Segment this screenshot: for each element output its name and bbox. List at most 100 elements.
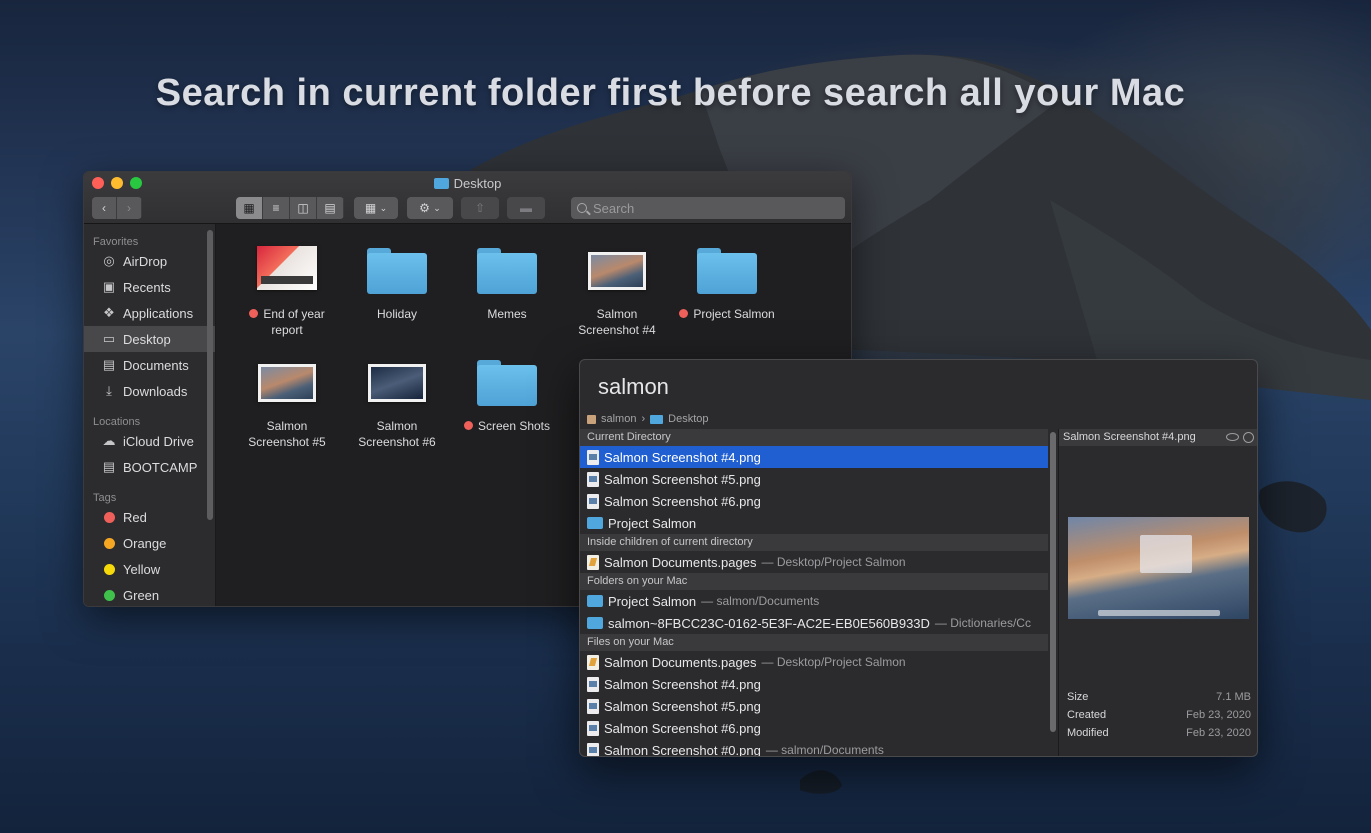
section-header: Folders on your Mac <box>580 573 1048 590</box>
sidebar-item-bootcamp[interactable]: ▤ BOOTCAMP <box>84 454 215 480</box>
sidebar-item-label: Recents <box>123 279 171 295</box>
sidebar-tag-orange[interactable]: Orange <box>84 530 215 556</box>
sidebar-item-icloud-drive[interactable]: ☁ iCloud Drive <box>84 428 215 454</box>
result-name: Salmon Documents.pages <box>604 654 757 670</box>
sidebar-tag-red[interactable]: Red <box>84 504 215 530</box>
png-file-icon <box>587 449 599 465</box>
red-tag-icon <box>679 309 689 318</box>
drive-icon: ▤ <box>102 459 116 474</box>
file-name: Salmon <box>596 307 638 321</box>
window-title: Desktop <box>84 176 851 191</box>
preview-image <box>1068 517 1249 619</box>
action-button[interactable]: ⚙ ⌄ <box>407 197 453 219</box>
result-name: Salmon Screenshot #0.png <box>604 742 761 757</box>
breadcrumb-item[interactable]: Desktop <box>668 413 708 425</box>
result-row[interactable]: salmon~8FBCC23C-0162-5E3F-AC2E-EB0E560B9… <box>580 612 1048 634</box>
result-path: — salmon/Documents <box>701 594 820 608</box>
green-tag-icon <box>103 589 115 601</box>
result-row[interactable]: Salmon Screenshot #0.png — salmon/Documen… <box>580 739 1048 757</box>
sidebar-tag-green[interactable]: Green <box>84 582 215 606</box>
result-row[interactable]: Salmon Screenshot #4.png <box>580 446 1048 468</box>
results-list: Current Directory Salmon Screenshot #4.p… <box>580 429 1048 757</box>
forward-button[interactable]: › <box>117 197 142 219</box>
result-row[interactable]: Salmon Documents.pages — Desktop/Project … <box>580 551 1048 573</box>
file-item[interactable]: Holiday <box>342 240 452 322</box>
sidebar-item-recents[interactable]: ▣ Recents <box>84 274 215 300</box>
pages-file-icon <box>587 654 599 670</box>
sidebar-item-airdrop[interactable]: ◎ AirDrop <box>84 248 215 274</box>
window-title-text: Desktop <box>453 176 502 191</box>
applications-icon: ❖ <box>103 305 115 320</box>
png-file-icon <box>587 698 599 714</box>
search-panel: salmon salmon › Desktop Current Director… <box>579 359 1258 757</box>
sidebar-item-label: Green <box>123 587 160 603</box>
result-row[interactable]: Salmon Screenshot #4.png <box>580 673 1048 695</box>
folder-icon <box>477 360 537 406</box>
breadcrumb-item[interactable]: salmon <box>601 413 636 425</box>
sidebar: Favorites ◎ AirDrop ▣ Recents ❖ Application… <box>84 224 216 606</box>
cloud-icon: ☁ <box>102 433 116 448</box>
group-by-button[interactable]: ▦ ⌄ <box>354 197 398 219</box>
result-name: Project Salmon <box>608 515 697 531</box>
search-query-input[interactable]: salmon <box>598 374 669 400</box>
sidebar-scrollbar[interactable] <box>207 230 213 520</box>
sidebar-item-label: Applications <box>123 305 194 321</box>
file-item[interactable]: Salmon Screenshot #4 <box>562 240 672 338</box>
result-row[interactable]: Salmon Documents.pages — Desktop/Project … <box>580 651 1048 673</box>
file-item[interactable]: Project Salmon <box>672 240 782 322</box>
sidebar-tag-yellow[interactable]: Yellow <box>84 556 215 582</box>
result-row[interactable]: Project Salmon — salmon/Documents <box>580 590 1048 612</box>
sidebar-item-label: Red <box>123 509 147 525</box>
airdrop-icon: ◎ <box>103 253 115 268</box>
sidebar-item-label: AirDrop <box>123 253 168 269</box>
favorites-header: Favorites <box>93 236 139 248</box>
file-item[interactable]: Memes <box>452 240 562 322</box>
sidebar-item-applications[interactable]: ❖ Applications <box>84 300 215 326</box>
result-path: — salmon/Documents <box>765 743 884 757</box>
file-name: Project Salmon <box>693 307 775 321</box>
grid-icon: ▦ <box>364 201 377 215</box>
folder-icon <box>587 617 603 629</box>
section-header: Files on your Mac <box>580 634 1048 651</box>
result-name: salmon~8FBCC23C-0162-5E3F-AC2E-EB0E560B9… <box>608 615 930 631</box>
chevron-right-icon: › <box>641 413 646 425</box>
result-row[interactable]: Salmon Screenshot #6.png <box>580 717 1048 739</box>
result-row[interactable]: Salmon Screenshot #5.png <box>580 695 1048 717</box>
sidebar-item-documents[interactable]: ▤ Documents <box>84 352 215 378</box>
icon-view-button[interactable]: ▦ <box>236 197 263 219</box>
desktop-icon: ▭ <box>102 331 116 346</box>
folder-icon <box>697 248 757 294</box>
file-item[interactable]: Salmon Screenshot #6 <box>342 352 452 450</box>
back-button[interactable]: ‹ <box>92 197 117 219</box>
file-item[interactable]: Salmon Screenshot #5 <box>232 352 342 450</box>
result-name: Project Salmon <box>608 593 697 609</box>
file-name: End of year <box>263 307 325 321</box>
result-path: — Desktop/Project Salmon <box>761 555 906 569</box>
sidebar-item-desktop[interactable]: ▭ Desktop <box>84 326 215 352</box>
results-scrollbar[interactable] <box>1050 432 1056 732</box>
result-row[interactable]: Salmon Screenshot #5.png <box>580 468 1048 490</box>
tag-button[interactable]: ▬ <box>507 197 545 219</box>
share-button[interactable]: ⇧ <box>461 197 499 219</box>
quicklook-eye-icon[interactable] <box>1226 433 1239 441</box>
meta-modified: Modified Feb 23, 2020 <box>1067 727 1251 739</box>
result-row[interactable]: Salmon Screenshot #6.png <box>580 490 1048 512</box>
sidebar-item-downloads[interactable]: ⤓ Downloads <box>84 378 215 404</box>
file-name: Salmon <box>266 419 308 433</box>
column-view-button[interactable]: ◫ <box>290 197 317 219</box>
result-path: — Dictionaries/Cc <box>934 616 1031 630</box>
file-name: Memes <box>487 307 527 321</box>
result-row[interactable]: Project Salmon <box>580 512 1048 534</box>
tags-header: Tags <box>93 492 117 504</box>
list-view-button[interactable]: ≡ <box>263 197 290 219</box>
search-placeholder: Search <box>593 200 635 216</box>
info-icon[interactable] <box>1243 432 1254 443</box>
file-name: Salmon <box>376 419 418 433</box>
sidebar-item-label: Orange <box>123 535 167 551</box>
search-input[interactable]: Search <box>571 197 845 219</box>
result-name: Salmon Screenshot #5.png <box>604 471 761 487</box>
file-item[interactable]: End of year report <box>232 240 342 338</box>
gallery-view-button[interactable]: ▤ <box>317 197 344 219</box>
file-name: Holiday <box>376 307 418 321</box>
file-item[interactable]: Screen Shots <box>452 352 562 434</box>
